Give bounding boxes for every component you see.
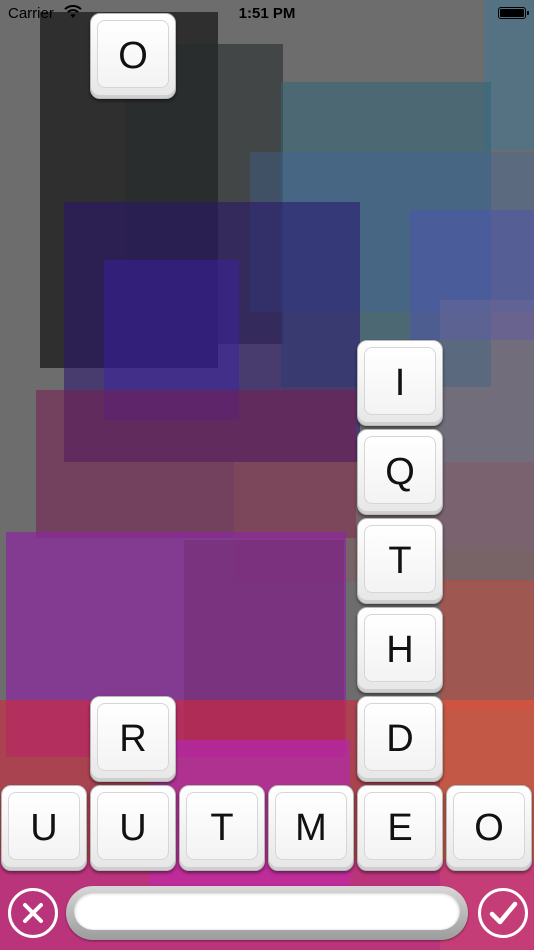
tile-letter: H (386, 628, 414, 671)
letter-tile[interactable]: M (268, 785, 354, 871)
falling-letter-tile[interactable]: O (90, 13, 176, 99)
battery-full-icon (498, 7, 529, 19)
letter-tile[interactable]: T (357, 518, 443, 604)
letter-tile[interactable]: U (90, 785, 176, 871)
letter-tile[interactable]: T (179, 785, 265, 871)
tile-letter: I (394, 361, 406, 404)
current-word-field[interactable] (66, 886, 468, 940)
letter-tile[interactable]: D (357, 696, 443, 782)
status-bar: Carrier 1:51 PM (0, 0, 534, 28)
status-time: 1:51 PM (238, 5, 296, 22)
tile-letter: T (388, 539, 412, 582)
clear-word-button[interactable] (8, 888, 58, 938)
tile-letter: O (474, 806, 504, 849)
letter-tile[interactable]: E (357, 785, 443, 871)
word-entry-bar (0, 878, 534, 950)
tile-letter: U (119, 806, 147, 849)
tile-letter: E (387, 806, 413, 849)
submit-word-button[interactable] (478, 888, 528, 938)
letter-tile[interactable]: R (90, 696, 176, 782)
game-board: Carrier 1:51 PM O I Q T H D R U U T M E … (0, 0, 534, 950)
letter-tile[interactable]: O (446, 785, 532, 871)
checkmark-icon (489, 901, 518, 925)
letter-tile[interactable]: U (1, 785, 87, 871)
letter-tile[interactable]: Q (357, 429, 443, 515)
close-icon (23, 903, 43, 923)
current-word-text (74, 892, 460, 930)
bg-block (440, 580, 534, 710)
tile-letter: U (30, 806, 58, 849)
letter-tile[interactable]: I (357, 340, 443, 426)
tile-letter: Q (385, 450, 415, 493)
letter-tile[interactable]: H (357, 607, 443, 693)
tile-letter: M (295, 806, 327, 849)
tile-letter: T (210, 806, 234, 849)
tile-letter: D (386, 717, 414, 760)
tile-letter: O (118, 34, 148, 77)
tile-letter: R (119, 717, 147, 760)
